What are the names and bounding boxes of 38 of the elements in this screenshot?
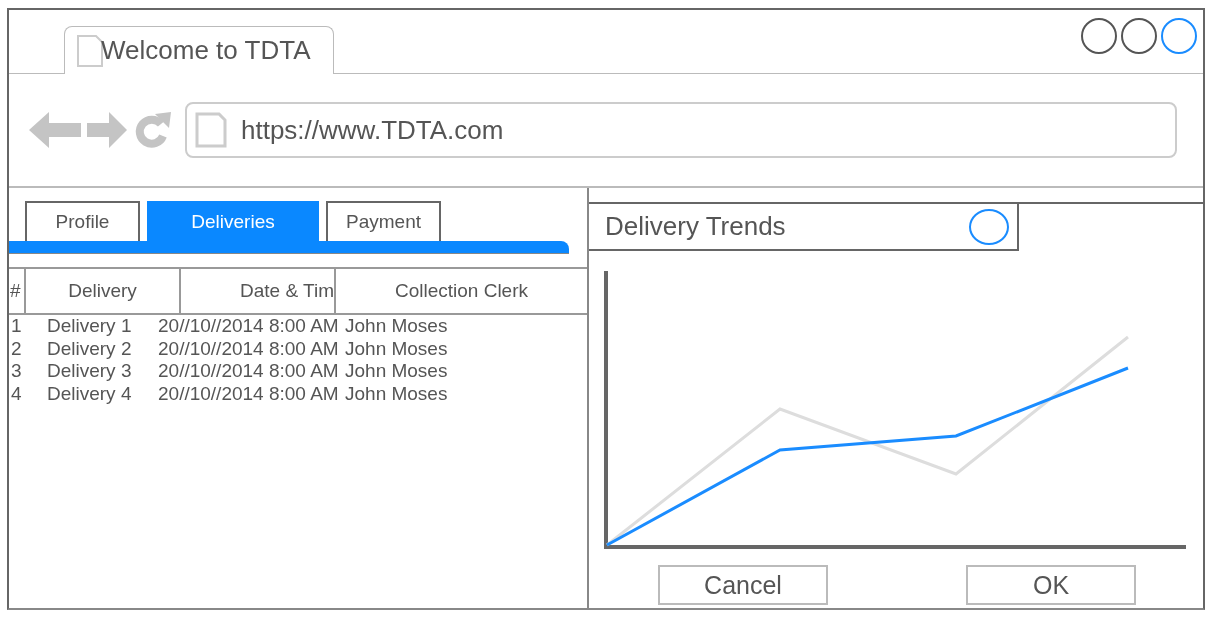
tab[interactable]: Profile [25,201,140,241]
page-icon [195,112,227,148]
dialog-title: Delivery Trends [605,211,786,242]
url-text: https://www.TDTA.com [241,114,504,146]
ok-button[interactable]: OK [966,565,1136,605]
table-cell: 20//10//2014 8:00 AM [158,337,339,360]
table-cell-text: John Moses [345,360,449,383]
cancel-button[interactable]: Cancel [658,565,828,605]
window-control-icon[interactable] [1121,18,1157,54]
browser-tab[interactable]: Welcome to TDTA [64,26,334,74]
table-cell-text: 2 [11,337,23,360]
circle-icon[interactable] [969,208,1009,245]
tab[interactable]: Payment [326,201,441,241]
tab-title: Welcome to TDTA [101,35,311,66]
table-cell-text: 4 [11,382,23,405]
column-header[interactable]: Date & Tim [181,269,336,313]
table-cell-text: Delivery 2 [47,337,133,360]
page-icon [77,34,103,67]
table-cell-text: Delivery 3 [47,360,133,383]
table-cell-text: Delivery 1 [47,315,133,338]
address-field[interactable]: https://www.TDTA.com [185,102,1177,158]
column-header[interactable]: # [9,269,26,313]
table-cell-text: John Moses [345,382,449,405]
tab[interactable]: Deliveries [147,201,319,241]
column-header[interactable]: Delivery [26,269,181,313]
window-control-icon[interactable] [1081,18,1117,54]
table-cell: 20//10//2014 8:00 AM [158,360,339,383]
table-cell-text: Delivery 4 [47,382,133,405]
back-icon[interactable] [27,110,83,150]
table-cell-text: John Moses [345,337,449,360]
table-cell: 20//10//2014 8:00 AM [158,315,339,338]
column-header[interactable]: Collection Clerk [336,269,587,313]
table-cell: 20//10//2014 8:00 AM [158,382,339,405]
table-cell-text: 1 [11,315,23,338]
table-cell-text: John Moses [345,315,449,338]
window-control-icon[interactable] [1161,18,1197,54]
table-cell-text: 3 [11,360,23,383]
forward-icon[interactable] [85,110,129,150]
